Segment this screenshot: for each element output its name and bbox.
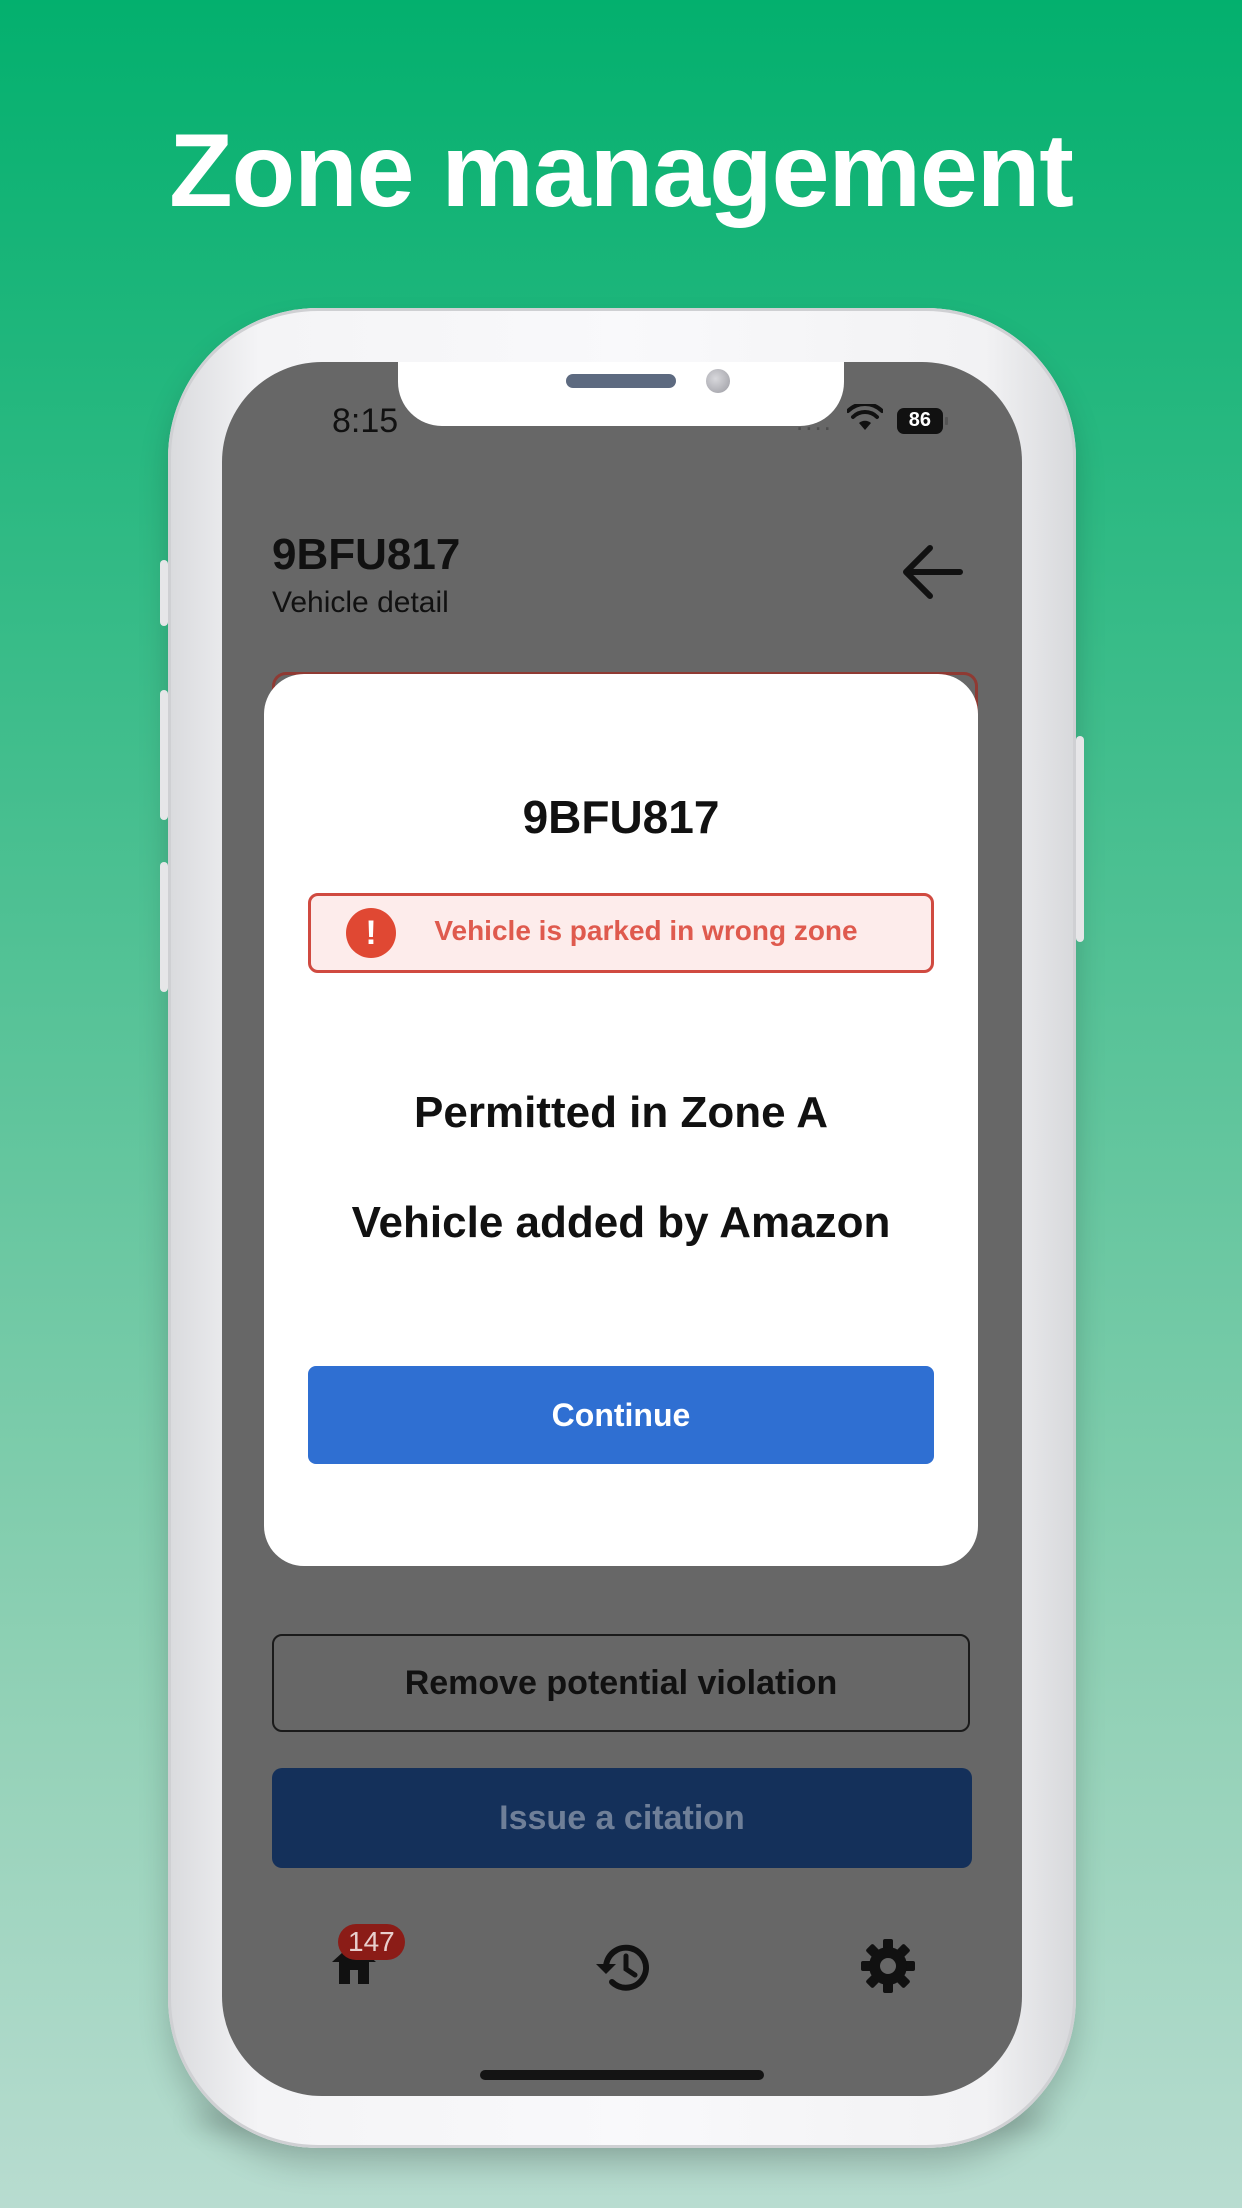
tab-settings[interactable] bbox=[860, 1938, 916, 1999]
status-time: 8:15 bbox=[332, 402, 399, 440]
history-icon bbox=[596, 1944, 649, 1991]
remove-violation-button[interactable]: Remove potential violation bbox=[272, 1634, 970, 1732]
status-icons: .... 86 bbox=[796, 401, 948, 437]
home-indicator bbox=[480, 2070, 764, 2080]
gear-icon bbox=[861, 1939, 915, 1993]
arrow-left-icon bbox=[903, 545, 963, 599]
power-button bbox=[1076, 736, 1084, 942]
front-camera bbox=[706, 369, 730, 393]
zone-text: Permitted in Zone A bbox=[414, 1088, 828, 1137]
silent-switch bbox=[160, 560, 168, 626]
volume-down-button bbox=[160, 862, 168, 992]
alert-text: Vehicle is parked in wrong zone bbox=[434, 915, 858, 946]
exclamation-icon: ! bbox=[346, 908, 396, 958]
speaker bbox=[566, 374, 676, 388]
battery-icon: 86 bbox=[896, 407, 948, 434]
home-badge: 147 bbox=[338, 1924, 405, 1960]
signal-dots: .... bbox=[796, 405, 833, 436]
notch bbox=[398, 362, 844, 426]
modal-plate: 9BFU817 bbox=[522, 791, 720, 843]
page-title: 9BFU817 bbox=[272, 530, 461, 579]
continue-button[interactable]: Continue bbox=[308, 1366, 934, 1464]
headline: Zone management bbox=[169, 113, 1074, 229]
tab-history[interactable] bbox=[592, 1940, 652, 2001]
wifi-icon bbox=[845, 401, 884, 437]
volume-up-button bbox=[160, 690, 168, 820]
added-by-text: Vehicle added by Amazon bbox=[351, 1198, 891, 1247]
back-button[interactable] bbox=[900, 542, 964, 602]
page-subtitle: Vehicle detail bbox=[272, 586, 449, 619]
issue-citation-button[interactable]: Issue a citation bbox=[272, 1768, 972, 1868]
